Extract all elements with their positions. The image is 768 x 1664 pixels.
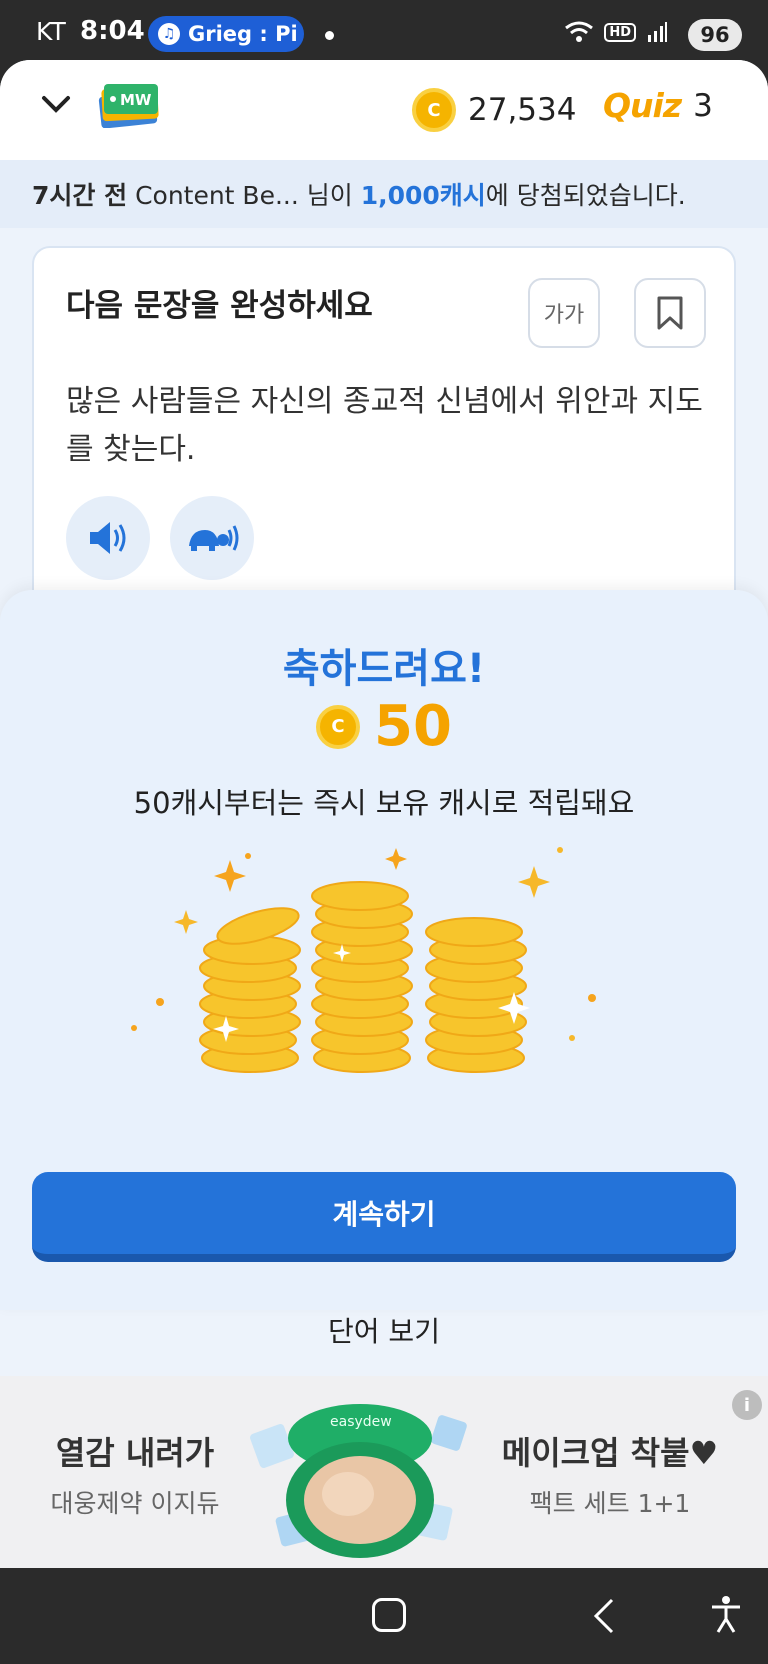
notice-amount: 1,000캐시: [360, 181, 486, 210]
coin-balance[interactable]: C 27,534: [412, 88, 576, 132]
wifi-icon: [565, 21, 594, 42]
coin-icon: C: [412, 88, 456, 132]
coin-icon: C: [316, 704, 361, 749]
ad-right-subtitle: 팩트 세트 1+1: [529, 1489, 691, 1518]
question-card: 다음 문장을 완성하세요 가가 많은 사람들은 자신의 종교적 신념에서 위안과…: [32, 246, 736, 646]
view-words-button[interactable]: 단어 보기: [0, 1300, 768, 1360]
product-brand-label: easydew: [330, 1414, 392, 1430]
status-icons: HD: [564, 20, 668, 44]
signal-icon: [648, 22, 667, 42]
notice-time: 7시간 전: [32, 181, 128, 210]
status-bar: KT 8:04 ♫ Grieg : Pi HD 96: [0, 0, 768, 60]
reward-sheet: 축하드려요! C 50 50캐시부터는 즉시 보유 캐시로 적립돼요 계속하기: [0, 590, 768, 1310]
music-note-icon: ♫: [158, 23, 180, 45]
ad-banner[interactable]: 열감 내려가 대웅제약 이지듀 easydew 메이크업 착붙♥ 팩트 세트 1…: [0, 1376, 768, 1568]
notice-user: Content Be...: [135, 181, 299, 210]
ad-info-icon[interactable]: i: [732, 1390, 762, 1420]
congrats-title: 축하드려요!: [282, 646, 486, 692]
app-logo: MW: [98, 84, 159, 128]
accessibility-icon[interactable]: [708, 1594, 744, 1634]
notification-dot: [325, 31, 334, 40]
bookmark-button[interactable]: [634, 278, 706, 348]
cushion-compact-image: easydew: [250, 1404, 467, 1558]
notice-before: 님이: [306, 181, 361, 210]
speaker-icon: [90, 522, 126, 554]
hd-icon: HD: [604, 22, 636, 42]
ad-left-title: 열감 내려가: [55, 1434, 215, 1472]
bookmark-icon: [657, 296, 683, 330]
question-sentence: 많은 사람들은 자신의 종교적 신념에서 위안과 지도를 찾는다.: [66, 384, 703, 467]
back-arrow-icon[interactable]: [592, 1596, 616, 1636]
play-audio-button[interactable]: [66, 496, 150, 580]
coin-stacks-illustration: [131, 847, 596, 1073]
winner-notice: 7시간 전 Content Be... 님이 1,000캐시에 당첨되었습니다.: [0, 160, 768, 228]
quiz-counter[interactable]: Quiz 3: [603, 86, 713, 125]
system-nav-bar: [0, 1568, 768, 1664]
quiz-logo: Quiz: [603, 86, 682, 125]
reward-amount: 50: [374, 694, 452, 759]
reward-amount-row: C 50: [0, 694, 768, 759]
logo-text: MW: [120, 91, 152, 109]
ad-right-title: 메이크업 착붙♥: [501, 1434, 719, 1472]
coin-count: 27,534: [468, 92, 577, 128]
reward-message: 50캐시부터는 즉시 보유 캐시로 적립돼요: [133, 786, 635, 820]
home-button[interactable]: [372, 1598, 406, 1632]
continue-button[interactable]: 계속하기: [32, 1172, 736, 1262]
clock: 8:04: [80, 16, 145, 46]
quiz-count: 3: [693, 87, 713, 124]
font-size-button[interactable]: 가가: [528, 278, 600, 348]
ad-right-text: 메이크업 착붙♥ 팩트 세트 1+1: [490, 1428, 730, 1520]
question-title: 다음 문장을 완성하세요: [66, 288, 373, 324]
app-screen: MW C 27,534 Quiz 3 7시간 전 Content Be... 님…: [0, 60, 768, 1568]
top-header: MW C 27,534 Quiz 3: [0, 60, 768, 160]
ad-left-subtitle: 대웅제약 이지듀: [50, 1489, 220, 1518]
chevron-down-icon[interactable]: [40, 92, 72, 116]
ad-left-text: 열감 내려가 대웅제약 이지듀: [0, 1428, 270, 1520]
notice-after: 에 당첨되었습니다.: [485, 181, 686, 210]
media-chip[interactable]: ♫ Grieg : Pi: [148, 16, 304, 52]
media-label: Grieg : Pi: [188, 22, 298, 46]
battery-indicator: 96: [688, 19, 742, 51]
turtle-speaker-icon: [189, 525, 239, 551]
carrier-label: KT: [36, 17, 66, 46]
slow-audio-button[interactable]: [170, 496, 254, 580]
